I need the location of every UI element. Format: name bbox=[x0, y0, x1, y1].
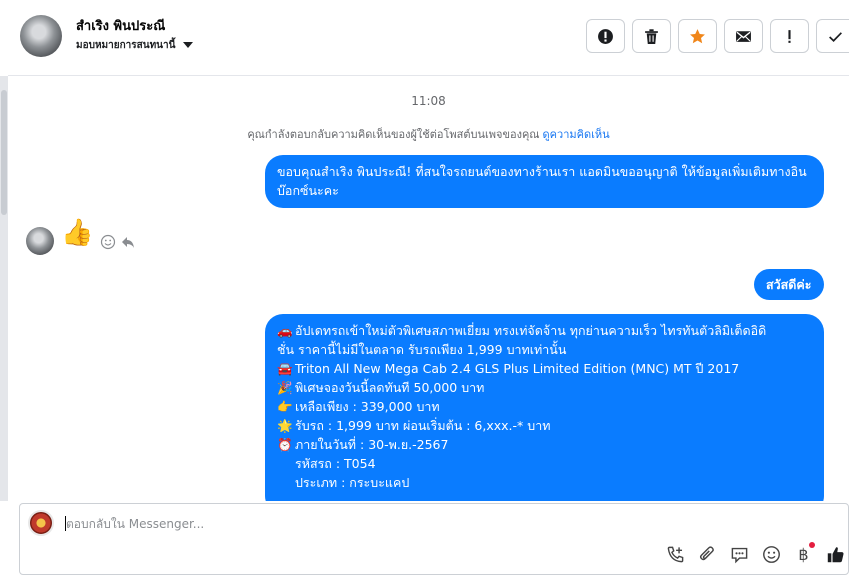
spam-icon bbox=[598, 28, 613, 44]
message-line: ประเภท : กระบะแคป bbox=[295, 475, 410, 490]
emoji-icon bbox=[763, 546, 780, 563]
star-icon bbox=[690, 28, 705, 43]
message-line: ⏰ ภายในวันที่ : 30-พ.ย.-2567 bbox=[277, 437, 449, 452]
view-comment-link[interactable]: ดูความคิดเห็น bbox=[543, 128, 610, 141]
done-icon bbox=[829, 31, 842, 42]
party-icon: 🎉 bbox=[277, 380, 293, 395]
timestamp: 11:08 bbox=[411, 94, 446, 108]
page-avatar bbox=[28, 510, 54, 536]
saved-reply-button[interactable] bbox=[730, 545, 749, 564]
header-actions bbox=[586, 19, 849, 53]
follow-up-icon bbox=[788, 29, 791, 43]
message-line: 🚗 อัปเดทรถเข้าใหม่ตัวพิเศษสภาพเยี่ยม ทรงเ… bbox=[277, 323, 767, 338]
pointing-hand-icon: 👉 bbox=[277, 399, 293, 414]
sender-avatar[interactable] bbox=[26, 227, 54, 255]
thumbs-up-sticker[interactable]: 👍 bbox=[61, 218, 93, 248]
message-line: รหัสรถ : T054 bbox=[295, 456, 376, 471]
emoji-button[interactable] bbox=[762, 545, 781, 564]
outgoing-message[interactable]: สวัสดีค่ะ bbox=[754, 269, 824, 300]
like-button[interactable] bbox=[826, 545, 845, 564]
notification-dot bbox=[809, 542, 815, 548]
outgoing-message[interactable]: ขอบคุณสำเริง พินประณี! ที่สนใจรถยนต์ของท… bbox=[265, 155, 824, 208]
mark-done-button[interactable] bbox=[816, 19, 849, 53]
trash-icon bbox=[645, 28, 658, 44]
comment-reply-notice: คุณกำลังตอบกลับความคิดเห็นของผู้ใช้ต่อโพ… bbox=[8, 125, 849, 143]
notice-text: คุณกำลังตอบกลับความคิดเห็นของผู้ใช้ต่อโพ… bbox=[247, 128, 540, 141]
sparkle-icon: 🌟 bbox=[277, 418, 293, 433]
composer-box[interactable] bbox=[19, 503, 849, 575]
car-icon: 🚗 bbox=[277, 323, 293, 338]
reply-composer: ตอบกลับใน Messenger... ฿ bbox=[8, 501, 849, 587]
react-emoji-icon[interactable] bbox=[100, 234, 116, 250]
alarm-clock-icon: ⏰ bbox=[277, 437, 293, 452]
reply-icon[interactable] bbox=[120, 234, 136, 250]
mark-unread-button[interactable] bbox=[724, 19, 763, 53]
message-line: 🎉 พิเศษจองวันนี้ลดทันที 50,000 บาท bbox=[277, 380, 485, 395]
add-call-icon bbox=[667, 546, 684, 563]
spam-button[interactable] bbox=[586, 19, 625, 53]
payment-button[interactable]: ฿ bbox=[794, 542, 815, 564]
contact-name[interactable]: สำเริง พินประณี bbox=[76, 15, 165, 36]
attach-button[interactable] bbox=[698, 545, 717, 564]
attach-icon bbox=[699, 546, 714, 561]
delete-button[interactable] bbox=[632, 19, 671, 53]
saved-reply-icon bbox=[731, 547, 748, 564]
avatar[interactable] bbox=[20, 15, 62, 57]
baht-icon: ฿ bbox=[798, 545, 809, 564]
message-actions bbox=[100, 234, 136, 250]
mark-unread-icon bbox=[736, 30, 751, 42]
car-front-icon: 🚘 bbox=[277, 361, 293, 376]
scrollbar-thumb[interactable] bbox=[1, 90, 7, 215]
add-call-button[interactable] bbox=[666, 545, 685, 564]
message-line: 🌟 รับรถ : 1,999 บาท ผ่อนเริ่มต้น : 6,xxx.… bbox=[277, 418, 551, 433]
assign-conversation-label[interactable]: มอบหมายการสนทนานี้ bbox=[76, 38, 175, 53]
star-button[interactable] bbox=[678, 19, 717, 53]
message-line: 🚘 Triton All New Mega Cab 2.4 GLS Plus Li… bbox=[277, 361, 740, 376]
message-thread[interactable]: 11:08 คุณกำลังตอบกลับความคิดเห็นของผู้ใช… bbox=[8, 76, 849, 501]
chevron-down-icon[interactable] bbox=[183, 42, 193, 48]
conversation-header: สำเริง พินประณี มอบหมายการสนทนานี้ bbox=[8, 0, 849, 76]
message-line: 👉 เหลือเพียง : 339,000 บาท bbox=[277, 399, 440, 414]
outgoing-message[interactable]: 🚗 อัปเดทรถเข้าใหม่ตัวพิเศษสภาพเยี่ยม ทรงเ… bbox=[265, 314, 824, 501]
message-line: ชั่น ราคานี้ไม่มีในตลาด รับรถเพียง 1,999… bbox=[277, 342, 567, 357]
follow-up-button[interactable] bbox=[770, 19, 809, 53]
composer-tools: ฿ bbox=[666, 542, 845, 564]
like-icon bbox=[827, 547, 844, 563]
scrollbar[interactable] bbox=[0, 76, 8, 501]
message-input[interactable]: ตอบกลับใน Messenger... bbox=[66, 515, 204, 534]
